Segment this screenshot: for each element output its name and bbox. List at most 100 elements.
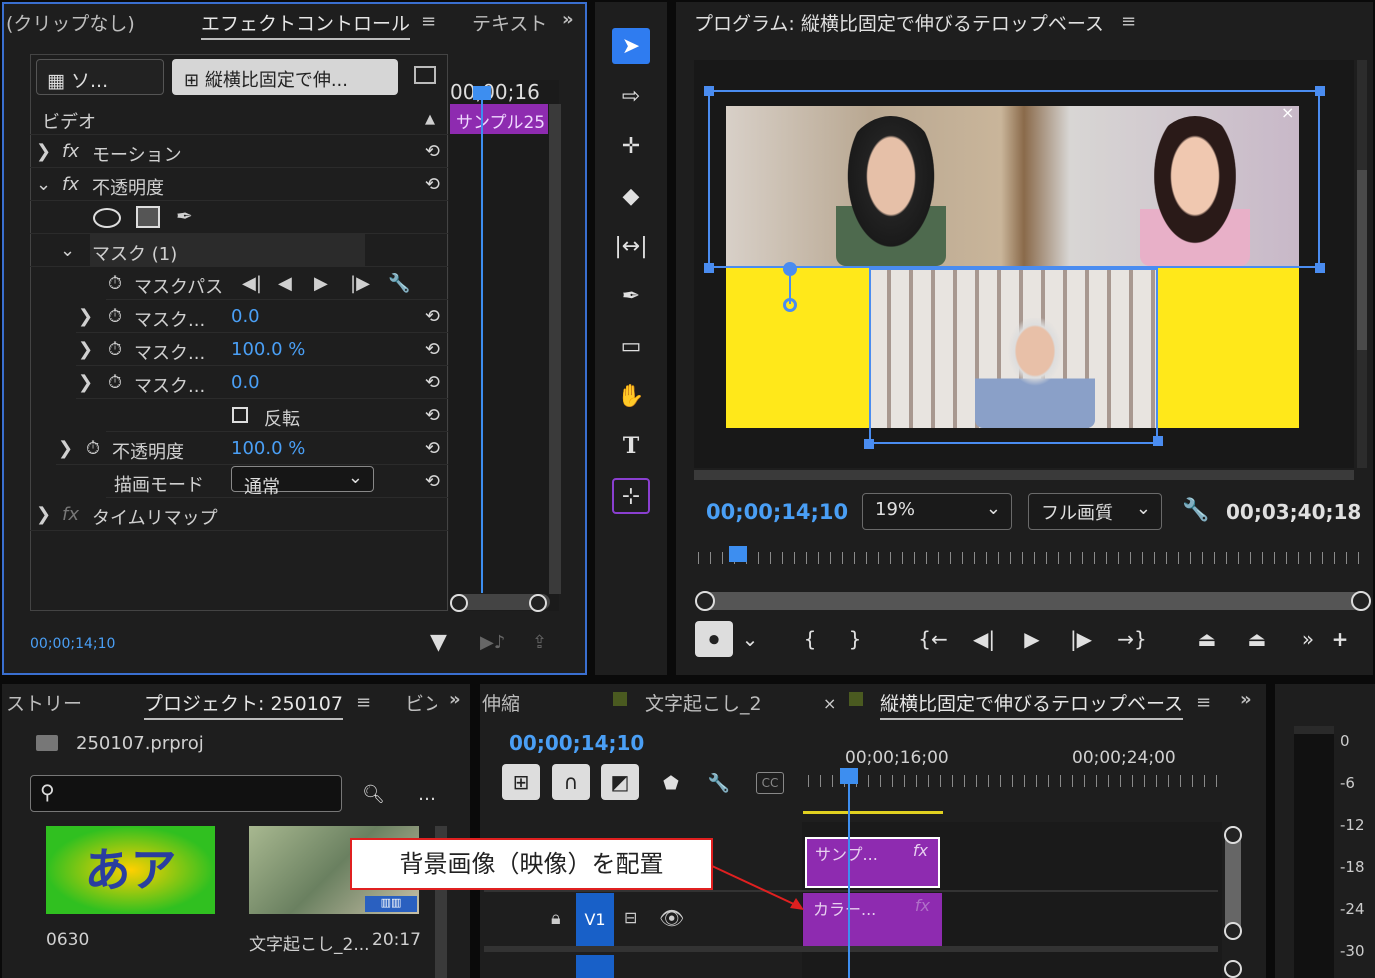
pen-tool-icon[interactable]: ✒ [612, 278, 650, 314]
collapse-icon[interactable]: ▲ [425, 112, 435, 127]
mask-handle[interactable] [1315, 86, 1325, 96]
type-tool-icon[interactable]: T [612, 428, 650, 464]
program-time-ruler[interactable] [698, 552, 1363, 564]
mask-expand-value[interactable]: 0.0 [231, 372, 260, 393]
timeline-playhead-handle[interactable] [840, 768, 858, 784]
mask-handle[interactable] [1315, 263, 1325, 273]
track-back-one-icon[interactable]: ◀| [242, 273, 262, 294]
reset-icon[interactable]: ⟲ [425, 141, 440, 162]
mark-out-icon[interactable]: } [840, 624, 870, 654]
wrench-icon[interactable]: 🔧 [388, 273, 410, 294]
more-controls-icon[interactable]: » [1296, 624, 1320, 654]
more-tabs-icon[interactable]: » [449, 689, 461, 710]
snap-button[interactable]: ∩ [552, 764, 590, 800]
close-icon[interactable]: × [1281, 103, 1294, 122]
ripple-edit-tool-icon[interactable]: ✛ [612, 128, 650, 164]
close-tab-icon[interactable]: × [823, 694, 836, 713]
effect-playhead[interactable] [481, 88, 483, 593]
lift-icon[interactable]: ⏏ [1190, 624, 1224, 654]
track-forward-one-icon[interactable]: |▶ [350, 273, 370, 294]
slip-tool-icon[interactable]: |↔| [612, 228, 650, 264]
extract-icon[interactable]: ⏏ [1240, 624, 1274, 654]
more-tabs-icon[interactable]: » [1240, 689, 1252, 710]
hand-tool-icon[interactable]: ✋ [612, 378, 650, 414]
track-target-below[interactable] [576, 955, 614, 978]
program-zoom-bar[interactable] [697, 592, 1363, 610]
effect-scrollbar[interactable] [549, 104, 561, 594]
auto-reframe-icon[interactable]: ⊹ [612, 478, 650, 514]
tab-sequence[interactable]: 縦横比固定で伸びるテロップベース [880, 689, 1184, 720]
step-back-icon[interactable]: ◀| [968, 624, 1000, 654]
clip-handle[interactable] [1153, 436, 1163, 446]
mask-selection-box[interactable] [708, 90, 1320, 268]
effect-playhead-handle[interactable] [473, 86, 491, 100]
program-zoom-right-handle[interactable] [1351, 591, 1371, 611]
sync-lock-icon[interactable]: ⊟ [624, 908, 637, 927]
lock-icon[interactable]: 🔒︎ [551, 908, 561, 929]
effect-clip-bar[interactable]: サンプル25 [450, 104, 548, 134]
rectangle-tool-icon[interactable]: ▭ [612, 328, 650, 364]
effect-timecode[interactable]: 00;00;14;10 [30, 636, 115, 652]
chevron-down-icon[interactable]: ⌄ [60, 240, 75, 261]
mask-handle[interactable] [704, 263, 714, 273]
chevron-right-icon[interactable]: ❯ [78, 306, 93, 327]
play-icon[interactable]: ▶ [1016, 624, 1048, 654]
tab-effect-controls[interactable]: エフェクトコントロール [201, 9, 411, 40]
timeline-wrench-icon[interactable]: 🔧 [705, 770, 733, 796]
mask-handle[interactable] [704, 86, 714, 96]
track-target-v1[interactable]: V1 [576, 893, 614, 946]
selection-tool-icon[interactable]: ➤ [612, 28, 650, 64]
nest-button[interactable]: ⊞ [502, 764, 540, 800]
mask-feather-value[interactable]: 0.0 [231, 306, 260, 327]
go-to-in-icon[interactable]: {← [915, 624, 951, 654]
scroll-handle[interactable] [1224, 826, 1242, 844]
reset-icon[interactable]: ⟲ [425, 174, 440, 195]
stopwatch-icon[interactable]: ⏱ [108, 339, 122, 360]
opacity-row[interactable]: ⌄ fx 不透明度 ⟲ [30, 168, 448, 201]
program-playhead[interactable] [729, 546, 747, 562]
track-back-icon[interactable]: ◀ [278, 273, 292, 294]
captions-icon[interactable]: CC [756, 772, 784, 794]
add-marker-button[interactable]: ⏺ [695, 621, 733, 657]
play-audio-icon[interactable]: ▶♪ [480, 632, 505, 653]
program-menu-icon[interactable]: ≡ [1121, 11, 1136, 32]
mask-opacity-row[interactable]: ❯ ⏱ マスク... 100.0 % ⟲ [76, 333, 448, 366]
linked-selection-button[interactable]: ◩ [601, 764, 639, 800]
tab-bin[interactable]: ビン [405, 689, 437, 716]
track-select-tool-icon[interactable]: ⇨ [612, 78, 650, 114]
more-options-icon[interactable]: … [418, 784, 436, 805]
chevron-right-icon[interactable]: ❯ [78, 339, 93, 360]
project-menu-icon[interactable]: ≡ [356, 692, 371, 713]
time-remap-row[interactable]: ❯ fx タイムリマップ [30, 498, 448, 531]
marker-icon[interactable]: ⬟ [660, 770, 682, 796]
stopwatch-icon[interactable]: ⏱ [108, 372, 122, 393]
thumb-text-clip[interactable]: あア [46, 826, 215, 914]
search-input[interactable] [30, 775, 342, 812]
mask-feather-row[interactable]: ❯ ⏱ マスク... 0.0 ⟲ [76, 300, 448, 333]
reset-icon[interactable]: ⟲ [425, 306, 440, 327]
rectangle-mask-icon[interactable] [136, 206, 160, 228]
reset-icon[interactable]: ⟲ [425, 339, 440, 360]
mask-expansion-handle[interactable] [783, 298, 797, 312]
go-to-out-icon[interactable]: →} [1114, 624, 1150, 654]
find-icon[interactable]: 🔍︎ [362, 784, 385, 805]
program-timecode[interactable]: 00;00;14;10 [706, 500, 848, 524]
timeline-timecode[interactable]: 00;00;14;10 [509, 731, 644, 755]
track-forward-icon[interactable]: ▶ [314, 273, 328, 294]
stopwatch-icon[interactable]: ⏱ [86, 438, 100, 459]
step-forward-icon[interactable]: |▶ [1065, 624, 1097, 654]
mask-expand-row[interactable]: ❯ ⏱ マスク... 0.0 ⟲ [76, 366, 448, 399]
program-scrollbar-v-thumb[interactable] [1357, 170, 1367, 350]
tab-stretch[interactable]: 伸縮 [482, 689, 520, 716]
chevron-right-icon[interactable]: ❯ [58, 438, 73, 459]
razor-tool-icon[interactable]: ◆ [612, 178, 650, 214]
effect-zoom-left-handle[interactable] [450, 594, 468, 612]
opacity-value-row[interactable]: ❯ ⏱ 不透明度 100.0 % ⟲ [56, 432, 448, 465]
timeline-playhead-line[interactable] [848, 770, 850, 978]
scroll-handle[interactable] [1224, 922, 1242, 940]
stopwatch-icon[interactable]: ⏱ [108, 273, 122, 294]
effect-panel-menu-icon[interactable]: ≡ [421, 11, 436, 32]
program-zoom-left-handle[interactable] [695, 591, 715, 611]
mark-in-icon[interactable]: { [795, 624, 825, 654]
button-editor-plus-icon[interactable]: + [1326, 624, 1354, 654]
